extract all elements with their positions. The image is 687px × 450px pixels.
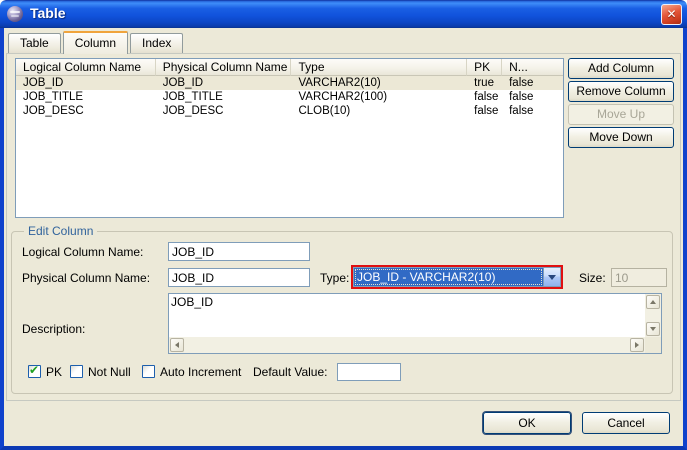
default-value-label: Default Value: — [253, 365, 328, 379]
scrollbar-corner — [645, 337, 661, 353]
cancel-button[interactable]: Cancel — [582, 412, 670, 434]
pk-checkbox[interactable]: ✔ — [28, 365, 41, 378]
cell-logical: JOB_ID — [16, 76, 156, 90]
column-table[interactable]: Logical Column Name Physical Column Name… — [15, 58, 564, 218]
auto-increment-checkbox[interactable] — [142, 365, 155, 378]
tab-bar: Table Column Index — [8, 29, 185, 53]
cell-physical: JOB_ID — [156, 76, 292, 90]
not-null-checkbox[interactable] — [70, 365, 83, 378]
size-label: Size: — [579, 271, 606, 285]
cell-physical: JOB_DESC — [156, 104, 292, 118]
cell-pk: false — [467, 90, 502, 104]
cell-pk: true — [467, 76, 502, 90]
header-not-null[interactable]: N... — [502, 59, 563, 76]
scroll-down-icon — [650, 327, 656, 331]
column-table-header: Logical Column Name Physical Column Name… — [16, 59, 563, 76]
type-selected-value: JOB_ID - VARCHAR2(10) — [354, 268, 543, 286]
cell-type: VARCHAR2(10) — [291, 76, 467, 90]
default-value-input[interactable] — [337, 363, 401, 381]
close-button[interactable]: ✕ — [661, 4, 682, 25]
check-icon: ✔ — [29, 363, 39, 377]
pk-checkbox-label: PK — [46, 365, 62, 379]
tab-table[interactable]: Table — [8, 33, 61, 53]
move-up-button: Move Up — [568, 104, 674, 125]
column-tab-panel: Logical Column Name Physical Column Name… — [6, 53, 681, 401]
table-dialog: Table ✕ Table Column Index Logical Colum… — [0, 0, 687, 450]
scroll-left-button[interactable] — [170, 338, 184, 352]
close-icon: ✕ — [666, 7, 676, 21]
type-combo-highlight: JOB_ID - VARCHAR2(10) — [351, 265, 563, 289]
cell-type: VARCHAR2(100) — [291, 90, 467, 104]
remove-column-button[interactable]: Remove Column — [568, 81, 674, 102]
header-logical-column-name[interactable]: Logical Column Name — [16, 59, 156, 76]
cell-physical: JOB_TITLE — [156, 90, 292, 104]
physical-column-name-label: Physical Column Name: — [22, 271, 150, 285]
scroll-up-icon — [650, 300, 656, 304]
scroll-right-button[interactable] — [630, 338, 644, 352]
edit-column-group-label: Edit Column — [24, 224, 97, 238]
tab-index[interactable]: Index — [130, 33, 183, 53]
not-null-checkbox-label: Not Null — [88, 365, 131, 379]
cell-logical: JOB_DESC — [16, 104, 156, 118]
description-value: JOB_ID — [171, 295, 213, 309]
dialog-body: Table Column Index Logical Column Name P… — [0, 28, 687, 450]
header-pk[interactable]: PK — [467, 59, 502, 76]
cell-type: CLOB(10) — [291, 104, 467, 118]
scroll-up-button[interactable] — [646, 295, 660, 309]
description-label: Description: — [22, 322, 85, 336]
type-dropdown-button[interactable] — [543, 268, 560, 286]
auto-increment-checkbox-label: Auto Increment — [160, 365, 241, 379]
logical-column-name-label: Logical Column Name: — [22, 245, 143, 259]
scroll-down-button[interactable] — [646, 322, 660, 336]
type-combobox[interactable]: JOB_ID - VARCHAR2(10) — [353, 267, 561, 287]
titlebar[interactable]: Table ✕ — [0, 0, 687, 28]
logical-column-name-input[interactable] — [168, 242, 310, 261]
table-row[interactable]: JOB_DESC JOB_DESC CLOB(10) false false — [16, 104, 563, 118]
description-textarea[interactable]: JOB_ID — [168, 293, 662, 354]
size-input — [611, 268, 667, 287]
edit-column-group: Edit Column Logical Column Name: Physica… — [11, 231, 673, 394]
eclipse-app-icon — [7, 6, 23, 22]
type-label: Type: — [320, 271, 349, 285]
chevron-down-icon — [548, 275, 556, 280]
scroll-right-icon — [635, 342, 639, 348]
tab-column[interactable]: Column — [63, 31, 128, 54]
scroll-left-icon — [175, 342, 179, 348]
cell-not-null: false — [502, 90, 563, 104]
table-row[interactable]: JOB_ID JOB_ID VARCHAR2(10) true false — [16, 76, 563, 90]
window-title: Table — [30, 5, 66, 21]
add-column-button[interactable]: Add Column — [568, 58, 674, 79]
cell-pk: false — [467, 104, 502, 118]
cell-not-null: false — [502, 104, 563, 118]
header-physical-column-name[interactable]: Physical Column Name — [156, 59, 292, 76]
physical-column-name-input[interactable] — [168, 268, 310, 287]
cell-not-null: false — [502, 76, 563, 90]
header-type[interactable]: Type — [291, 59, 467, 76]
table-row[interactable]: JOB_TITLE JOB_TITLE VARCHAR2(100) false … — [16, 90, 563, 104]
cell-logical: JOB_TITLE — [16, 90, 156, 104]
ok-button[interactable]: OK — [483, 412, 571, 434]
horizontal-scrollbar[interactable] — [169, 337, 645, 353]
vertical-scrollbar[interactable] — [645, 294, 661, 337]
move-down-button[interactable]: Move Down — [568, 127, 674, 148]
